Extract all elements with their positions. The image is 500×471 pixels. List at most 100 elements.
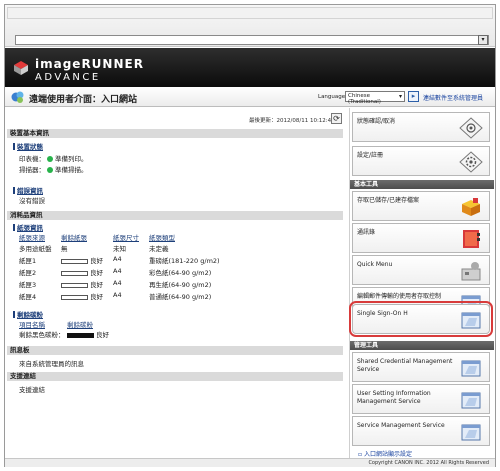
paper-level: 良好 bbox=[61, 255, 103, 265]
paper-level-bar bbox=[61, 259, 88, 264]
scanner-label: 掃描器： bbox=[19, 166, 45, 174]
printer-status: 印表機： 準備列印。 bbox=[19, 153, 88, 163]
address-book-label: 通訊錄 bbox=[357, 229, 376, 236]
error-info-heading[interactable]: 錯誤資訊 bbox=[13, 185, 43, 195]
paper-source: 紙匣4 bbox=[19, 293, 37, 301]
quick-menu-button[interactable]: Quick Menu bbox=[352, 255, 490, 285]
scanner-status: 掃描器： 準備掃描。 bbox=[19, 164, 88, 174]
paper-type: 普通紙(64-90 g/m2) bbox=[149, 293, 212, 301]
page-title-bar: 遠端使用者介面：入口網站 Language: Chinese (Traditio… bbox=[5, 87, 495, 107]
message-board-heading: 訊息板 bbox=[7, 346, 343, 355]
quick-menu-icon bbox=[461, 262, 481, 281]
paper-type: 未定義 bbox=[149, 245, 169, 253]
address-bar[interactable]: ▾ bbox=[15, 35, 489, 45]
toner-heading[interactable]: 剩餘碳粉 bbox=[13, 309, 43, 319]
col-header-level: 剩餘紙張 bbox=[61, 234, 87, 242]
single-sign-on-button[interactable]: Single Sign-On H bbox=[349, 301, 493, 337]
device-status-heading[interactable]: 裝置狀態 bbox=[13, 141, 43, 151]
toner-level-bar bbox=[67, 333, 94, 338]
page-title: 遠端使用者介面：入口網站 bbox=[29, 95, 138, 105]
language-select-value: Chinese (Traditional) bbox=[348, 93, 381, 105]
col-header-size: 紙張尺寸 bbox=[113, 234, 139, 242]
paper-size: 未知 bbox=[113, 245, 126, 253]
settings-registration-button[interactable]: 設定/註冊 bbox=[352, 146, 490, 176]
address-dropdown-button[interactable]: ▾ bbox=[478, 35, 488, 45]
application-window-icon bbox=[461, 424, 481, 441]
mail-access-control-label: 編輯郵件傳輸的使用者存取控制 bbox=[357, 293, 442, 300]
brand-banner: imageRUNNER ADVANCE bbox=[5, 48, 495, 87]
address-book-button[interactable]: 通訊錄 bbox=[352, 223, 490, 253]
status-ok-icon bbox=[47, 156, 53, 162]
single-sign-on-label: Single Sign-On H bbox=[357, 310, 408, 317]
stored-files-button[interactable]: 存取已儲存/已建存檔案 bbox=[352, 191, 490, 221]
paper-level: 良好 bbox=[61, 267, 103, 277]
brand-subtitle: ADVANCE bbox=[35, 72, 101, 83]
paper-level: 良好 bbox=[61, 291, 103, 301]
shared-credential-button[interactable]: Shared Credential Management Service bbox=[352, 352, 490, 382]
paper-size: A4 bbox=[113, 291, 122, 299]
sidebar: 狀態確認/取消 設定/註冊 基本工具 存取已儲存/已建存檔案 通訊錄 Quick… bbox=[349, 108, 495, 458]
management-tools-heading: 管理工具 bbox=[350, 341, 494, 350]
settings-registration-label: 設定/註冊 bbox=[357, 152, 384, 159]
paper-level-text: 良好 bbox=[90, 269, 103, 277]
browser-toolbar: ▾ bbox=[5, 5, 495, 47]
refresh-icon: ⟳ bbox=[333, 114, 340, 123]
application-window-icon bbox=[461, 360, 481, 377]
toner-name: 剩餘黑色碳粉： bbox=[19, 331, 65, 339]
settings-gear-icon bbox=[459, 151, 483, 173]
logo-cube-icon bbox=[14, 61, 28, 75]
language-apply-button[interactable]: ▸ bbox=[408, 91, 419, 102]
paper-size: A4 bbox=[113, 255, 122, 263]
stored-files-icon bbox=[462, 198, 480, 216]
printer-label: 印表機： bbox=[19, 155, 45, 163]
refresh-button[interactable]: ⟳ bbox=[331, 113, 342, 124]
message-board-text: 來自系統管理員的訊息 bbox=[19, 360, 84, 368]
paper-source: 紙匣2 bbox=[19, 269, 37, 277]
support-links-heading: 支援連結 bbox=[7, 372, 343, 381]
chevron-down-icon: ▾ bbox=[398, 93, 402, 100]
error-text: 沒有錯誤 bbox=[19, 197, 45, 205]
device-info-heading: 裝置基本資訊 bbox=[7, 129, 343, 138]
paper-type: 彩色紙(64-90 g/m2) bbox=[149, 269, 212, 277]
copyright: Copyright CANON INC. 2012 All Rights Res… bbox=[368, 460, 489, 466]
paper-source: 紙匣3 bbox=[19, 281, 37, 289]
status-monitor-icon bbox=[459, 117, 483, 139]
status-monitor-label: 狀態確認/取消 bbox=[357, 118, 396, 125]
browser-menu-strip bbox=[7, 7, 493, 19]
paper-level-bar bbox=[61, 295, 88, 300]
paper-type: 重磅紙(181-220 g/m2) bbox=[149, 257, 220, 265]
main-panel: 最後更新：2012/08/11 10:12:47 ⟳ 裝置基本資訊 裝置狀態 印… bbox=[5, 108, 345, 458]
browser-window: ▾ imageRUNNER ADVANCE 遠端使用者介面：入口網站 Langu… bbox=[4, 4, 496, 467]
user-setting-info-label: User Setting Information Management Serv… bbox=[357, 390, 431, 405]
address-book-icon bbox=[463, 230, 480, 248]
status-monitor-button[interactable]: 狀態確認/取消 bbox=[352, 112, 490, 142]
paper-level: 無 bbox=[61, 245, 68, 253]
paper-level-text: 良好 bbox=[90, 281, 103, 289]
paper-size: A4 bbox=[113, 279, 122, 287]
service-management-button[interactable]: Service Management Service bbox=[352, 416, 490, 446]
toner-level-text: 良好 bbox=[96, 331, 109, 339]
basic-tools-heading: 基本工具 bbox=[350, 180, 494, 189]
user-setting-info-button[interactable]: User Setting Information Management Serv… bbox=[352, 384, 490, 414]
application-window-icon bbox=[461, 392, 481, 409]
paper-level-bar bbox=[61, 271, 88, 276]
footer: Copyright CANON INC. 2012 All Rights Res… bbox=[5, 458, 495, 467]
paper-level-text: 良好 bbox=[90, 257, 103, 265]
paper-source: 多用途紙盤 bbox=[19, 245, 52, 253]
paper-size: A4 bbox=[113, 267, 122, 275]
toner-col-name: 項目名稱 bbox=[19, 321, 45, 329]
quick-menu-label: Quick Menu bbox=[357, 261, 393, 268]
admin-mail-link[interactable]: 連結數件至系統管理員 bbox=[423, 93, 483, 102]
support-link[interactable]: 支援連結 bbox=[19, 384, 45, 394]
last-updated: 最後更新：2012/08/11 10:12:47 bbox=[249, 118, 335, 124]
language-select[interactable]: Chinese (Traditional) ▾ bbox=[345, 91, 405, 105]
toner-col-level: 剩餘碳粉 bbox=[67, 321, 93, 329]
portal-display-settings-link[interactable]: ▫ 入口網站顯示設定 bbox=[358, 449, 412, 458]
stored-files-label: 存取已儲存/已建存檔案 bbox=[357, 197, 420, 204]
service-management-label: Service Management Service bbox=[357, 422, 445, 429]
paper-info-heading[interactable]: 紙張資訊 bbox=[13, 222, 43, 232]
paper-level-text: 良好 bbox=[90, 293, 103, 301]
paper-type: 再生紙(64-90 g/m2) bbox=[149, 281, 212, 289]
portal-display-settings-label: 入口網站顯示設定 bbox=[363, 451, 412, 458]
paper-level-bar bbox=[61, 283, 88, 288]
